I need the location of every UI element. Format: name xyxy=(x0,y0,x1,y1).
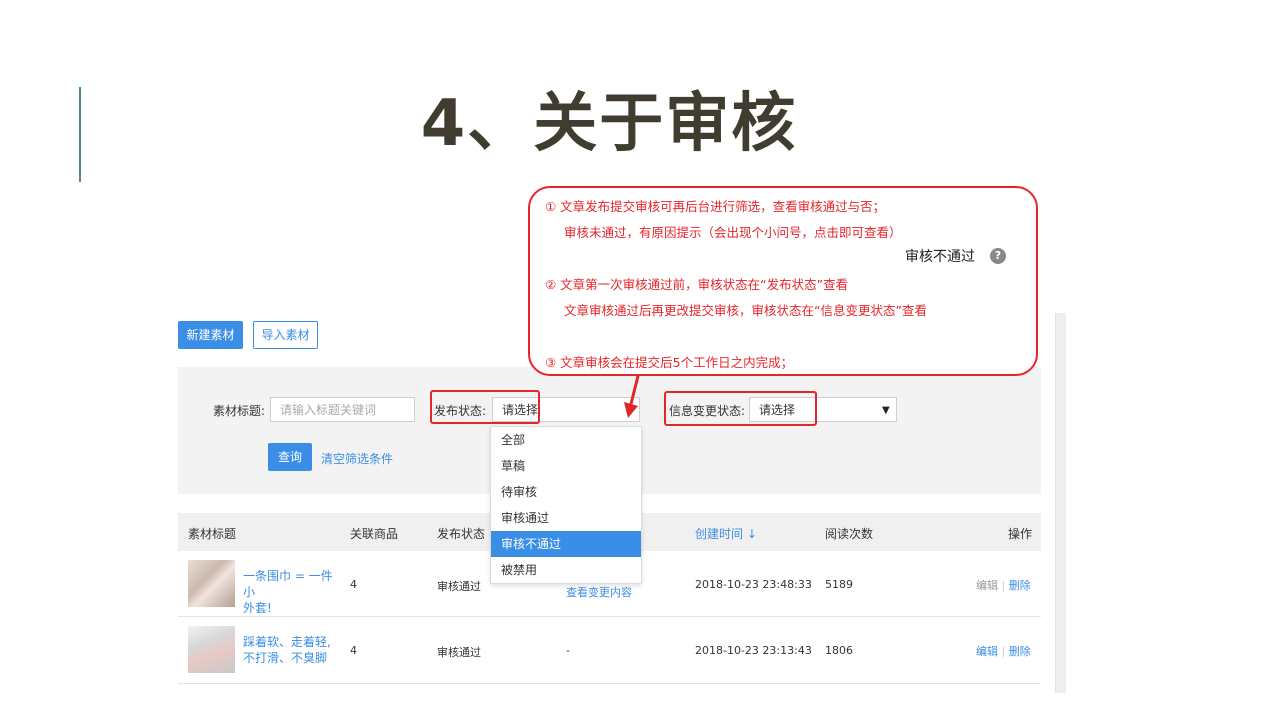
row-read-count: 5189 xyxy=(825,578,853,591)
edit-link[interactable]: 编辑 xyxy=(976,645,998,658)
row-title-link[interactable]: 踩着软、走着轻, 不打滑、不臭脚 xyxy=(243,634,343,666)
row-title-link[interactable]: 一条围巾 = 一件小 外套! xyxy=(243,568,343,616)
slide-title: 4、关于审核 xyxy=(420,87,798,161)
annotation-line-1: ① 文章发布提交审核可再后台进行筛选，查看审核通过与否； xyxy=(545,199,886,214)
col-header-publish-status: 发布状态 xyxy=(437,527,486,541)
option-pending-review[interactable]: 待审核 xyxy=(491,479,641,505)
annotation-line-2: 审核未通过，有原因提示（会出现个小问号，点击即可查看） xyxy=(564,225,902,240)
row-created-time: 2018-10-23 23:48:33 xyxy=(695,578,812,591)
row-status: 审核通过 xyxy=(437,580,481,593)
option-all[interactable]: 全部 xyxy=(491,427,641,453)
highlight-info-change-status xyxy=(664,391,817,426)
thumbnail-image[interactable] xyxy=(188,560,235,607)
row-actions: 编辑 | 删除 xyxy=(976,577,1031,593)
option-rejected[interactable]: 审核不通过 xyxy=(491,531,641,557)
title-search-input[interactable]: 请输入标题关键词 xyxy=(270,397,415,422)
row-created-time: 2018-10-23 23:13:43 xyxy=(695,644,812,657)
title-search-placeholder: 请输入标题关键词 xyxy=(280,403,377,417)
delete-link[interactable]: 删除 xyxy=(1009,645,1031,658)
col-header-title: 素材标题 xyxy=(188,527,237,541)
highlight-publish-status xyxy=(430,390,540,424)
edit-link-disabled[interactable]: 编辑 xyxy=(976,579,998,592)
col-header-reads: 阅读次数 xyxy=(825,527,874,541)
row-title-line: 踩着软、走着轻, xyxy=(243,635,331,649)
option-approved[interactable]: 审核通过 xyxy=(491,505,641,531)
question-mark-icon[interactable]: ? xyxy=(990,248,1006,264)
annotation-line-5: ③ 文章审核会在提交后5个工作日之内完成； xyxy=(545,355,794,370)
row-products: 4 xyxy=(350,644,357,657)
publish-status-dropdown: 全部 草稿 待审核 审核通过 审核不通过 被禁用 xyxy=(490,426,642,584)
option-draft[interactable]: 草稿 xyxy=(491,453,641,479)
rejected-status-label: 审核不通过 xyxy=(905,249,975,265)
query-button[interactable]: 查询 xyxy=(268,443,312,471)
thumbnail-image[interactable] xyxy=(188,626,235,673)
scrollbar[interactable] xyxy=(1055,313,1066,693)
annotation-line-4: 文章审核通过后再更改提交审核，审核状态在“信息变更状态”查看 xyxy=(564,303,927,318)
row-actions: 编辑 | 删除 xyxy=(976,643,1031,659)
import-material-button[interactable]: 导入素材 xyxy=(253,321,318,349)
chevron-down-icon: ▼ xyxy=(882,405,890,416)
option-banned[interactable]: 被禁用 xyxy=(491,557,641,583)
new-material-button[interactable]: 新建素材 xyxy=(178,321,243,349)
action-separator: | xyxy=(1001,579,1006,592)
row-title-line: 外套! xyxy=(243,601,272,615)
col-header-actions: 操作 xyxy=(1008,527,1033,541)
row-products: 4 xyxy=(350,578,357,591)
delete-link[interactable]: 删除 xyxy=(1009,579,1031,592)
row-change-info: - xyxy=(566,644,570,657)
row-title-line: 一条围巾 = 一件小 xyxy=(243,569,333,599)
clear-filters-link[interactable]: 清空筛选条件 xyxy=(321,450,393,467)
col-header-products: 关联商品 xyxy=(350,527,399,541)
title-filter-label: 素材标题: xyxy=(213,404,266,418)
view-changes-link[interactable]: 查看变更内容 xyxy=(566,584,632,600)
col-header-created-sort[interactable]: 创建时间 ↓ xyxy=(695,525,757,542)
row-title-line: 不打滑、不臭脚 xyxy=(243,651,328,665)
annotation-line-3: ② 文章第一次审核通过前，审核状态在“发布状态”查看 xyxy=(545,277,849,292)
row-status: 审核通过 xyxy=(437,646,481,659)
row-divider xyxy=(178,683,1041,684)
row-read-count: 1806 xyxy=(825,644,853,657)
action-separator: | xyxy=(1001,645,1006,658)
